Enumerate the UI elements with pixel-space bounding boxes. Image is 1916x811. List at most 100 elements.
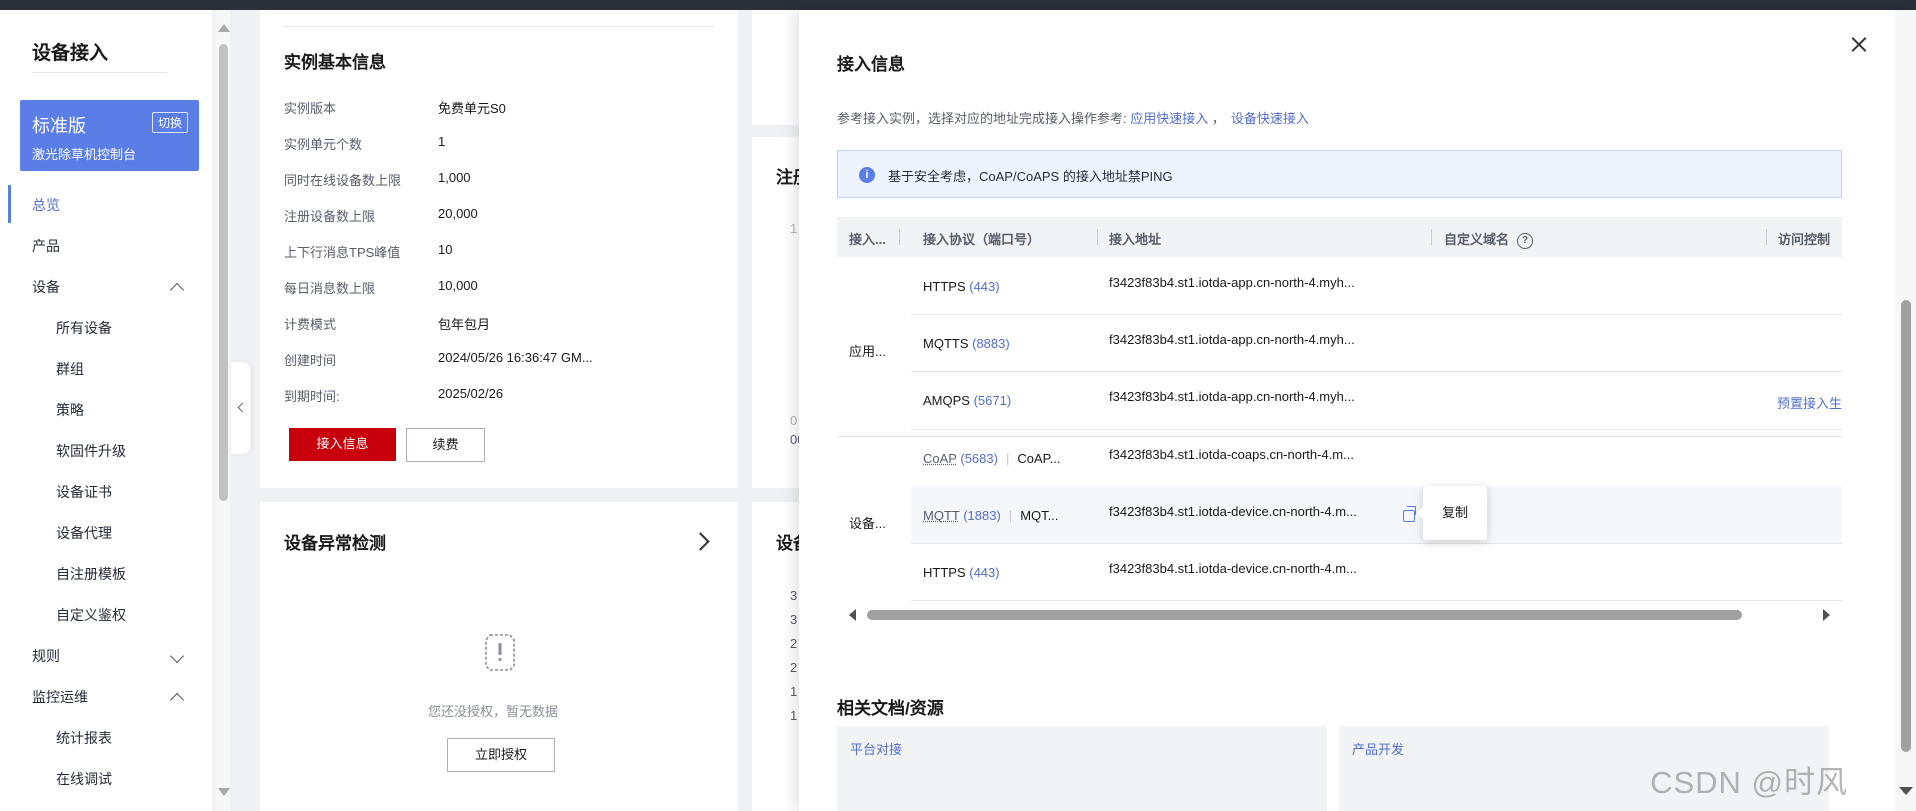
port-number: (443) xyxy=(969,565,1000,580)
drawer-title: 接入信息 xyxy=(837,55,905,74)
separator: | xyxy=(1005,451,1010,466)
sidebar-item-policies[interactable]: 策略 xyxy=(56,400,84,420)
scroll-right-arrow-icon[interactable] xyxy=(1823,609,1830,621)
sidebar-item-proxy[interactable]: 设备代理 xyxy=(56,523,112,543)
device-quick-access-link[interactable]: 设备快速接入 xyxy=(1231,111,1309,126)
scroll-down-arrow-icon[interactable] xyxy=(218,788,230,796)
field-value: 1,000 xyxy=(438,170,471,185)
active-indicator xyxy=(8,185,11,223)
table-row[interactable]: HTTPS (443) f3423f83b4.st1.iotda-device.… xyxy=(911,543,1842,601)
scrollbar-thumb[interactable] xyxy=(867,610,1742,620)
edition-subtitle: 激光除草机控制台 xyxy=(32,147,137,162)
field-label: 上下行消息TPS峰值 xyxy=(284,245,401,260)
scroll-down-arrow-icon[interactable] xyxy=(1899,787,1913,795)
field-label: 注册设备数上限 xyxy=(284,209,376,224)
secondary-protocol: MQT... xyxy=(1020,508,1059,523)
scrollbar-thumb[interactable] xyxy=(1901,300,1911,752)
partial-number: 1 xyxy=(790,684,798,699)
chevron-up-icon[interactable] xyxy=(169,692,185,708)
port-number: (443) xyxy=(969,279,1000,294)
info-icon: i xyxy=(859,167,875,183)
divider xyxy=(284,26,714,27)
protocol-cell: HTTPS (443) xyxy=(923,279,1000,294)
close-icon[interactable] xyxy=(1848,34,1870,56)
field-label: 实例单元个数 xyxy=(284,137,363,152)
collapse-sidebar-button[interactable] xyxy=(231,362,251,454)
column-header[interactable]: 接入... xyxy=(849,229,886,248)
column-header[interactable]: 接入协议（端口号） xyxy=(923,229,1040,248)
copy-icon[interactable] xyxy=(1403,506,1416,522)
empty-state-icon xyxy=(485,634,515,671)
table-row[interactable]: HTTPS (443) f3423f83b4.st1.iotda-app.cn-… xyxy=(911,257,1842,315)
column-divider xyxy=(1766,229,1767,245)
resource-card-platform[interactable]: 平台对接 xyxy=(837,726,1327,811)
scrollbar-thumb[interactable] xyxy=(219,44,228,501)
sidebar-item-groups[interactable]: 群组 xyxy=(56,359,84,379)
access-info-button[interactable]: 接入信息 xyxy=(289,428,396,461)
notice-text: 基于安全考虑，CoAP/CoAPS 的接入地址禁PING xyxy=(888,169,1173,184)
address-cell[interactable]: f3423f83b4.st1.iotda-device.cn-north-4.m… xyxy=(1109,561,1357,576)
chevron-down-icon[interactable] xyxy=(169,648,185,664)
instance-info-title: 实例基本信息 xyxy=(284,53,386,72)
resource-card-label[interactable]: 平台对接 xyxy=(850,739,902,758)
table-row[interactable]: AMQPS (5671) f3423f83b4.st1.iotda-app.cn… xyxy=(911,371,1842,430)
protocol-cell: MQTTS (8883) xyxy=(923,336,1010,351)
sidebar-item-products[interactable]: 产品 xyxy=(32,236,60,256)
chevron-up-icon[interactable] xyxy=(169,282,185,298)
column-header[interactable]: 访问控制 xyxy=(1778,229,1830,248)
field-value: 20,000 xyxy=(438,206,478,221)
group-label-device: 设备... xyxy=(849,516,886,531)
help-icon[interactable]: ? xyxy=(1517,232,1534,249)
table-horizontal-scrollbar[interactable] xyxy=(837,605,1842,625)
scroll-up-arrow-icon[interactable] xyxy=(218,24,230,32)
protocol-name[interactable]: MQTT xyxy=(923,508,960,523)
column-divider xyxy=(899,229,900,245)
sidebar-item-monitoring[interactable]: 监控运维 xyxy=(32,687,88,707)
table-row[interactable]: MQTTS (8883) f3423f83b4.st1.iotda-app.cn… xyxy=(911,314,1842,372)
preset-access-link[interactable]: 预置接入生 xyxy=(1777,393,1842,412)
sidebar-scrollbar[interactable] xyxy=(216,10,230,811)
instance-info-card: 实例基本信息 实例版本 免费单元S0 实例单元个数 1 同时在线设备数上限 1,… xyxy=(260,10,738,488)
switch-edition-button[interactable]: 切换 xyxy=(151,112,188,133)
sidebar-title: 设备接入 xyxy=(32,43,109,64)
field-value: 免费单元S0 xyxy=(438,101,506,116)
scroll-left-arrow-icon[interactable] xyxy=(849,609,856,621)
renew-button[interactable]: 续费 xyxy=(406,428,485,462)
drawer-intro: 参考接入实例，选择对应的地址完成接入操作参考: 应用快速接入 ， 设备快速接入 xyxy=(837,108,1309,127)
protocol-cell: MQTT (1883) | MQT... xyxy=(923,508,1058,523)
address-cell[interactable]: f3423f83b4.st1.iotda-app.cn-north-4.myh.… xyxy=(1109,389,1355,404)
protocol-name: AMQPS xyxy=(923,393,970,408)
table-row[interactable]: CoAP (5683) | CoAP... f3423f83b4.st1.iotda… xyxy=(911,429,1842,487)
column-header[interactable]: 自定义域名? xyxy=(1444,229,1534,249)
authorize-now-button[interactable]: 立即授权 xyxy=(447,738,555,772)
empty-state-text: 您还没授权，暂无数据 xyxy=(428,704,559,719)
sidebar-item-ota[interactable]: 软固件升级 xyxy=(56,441,126,461)
sidebar-item-rules[interactable]: 规则 xyxy=(32,646,60,666)
column-header[interactable]: 接入地址 xyxy=(1109,229,1161,248)
address-cell[interactable]: f3423f83b4.st1.iotda-app.cn-north-4.myh.… xyxy=(1109,332,1355,347)
sidebar-item-overview[interactable]: 总览 xyxy=(32,195,60,215)
sidebar-item-online-debug[interactable]: 在线调试 xyxy=(56,769,112,789)
edition-card: 标准版 切换 激光除草机控制台 xyxy=(20,100,199,171)
drawer-scrollbar[interactable] xyxy=(1895,10,1916,811)
address-cell[interactable]: f3423f83b4.st1.iotda-coaps.cn-north-4.m.… xyxy=(1109,447,1354,462)
address-cell[interactable]: f3423f83b4.st1.iotda-app.cn-north-4.myh.… xyxy=(1109,275,1355,290)
sidebar-item-statistics[interactable]: 统计报表 xyxy=(56,728,112,748)
security-notice: i 基于安全考虑，CoAP/CoAPS 的接入地址禁PING xyxy=(837,150,1842,198)
sidebar-item-devices[interactable]: 设备 xyxy=(32,277,60,297)
sidebar-item-all-devices[interactable]: 所有设备 xyxy=(56,318,112,338)
port-number: (8883) xyxy=(972,336,1010,351)
address-cell[interactable]: f3423f83b4.st1.iotda-device.cn-north-4.m… xyxy=(1109,504,1357,519)
protocol-name[interactable]: CoAP xyxy=(923,451,957,466)
sidebar-item-custom-auth[interactable]: 自定义鉴权 xyxy=(56,605,126,625)
port-number: (5683) xyxy=(960,451,998,466)
field-label: 每日消息数上限 xyxy=(284,281,376,296)
sidebar-item-certificates[interactable]: 设备证书 xyxy=(56,482,112,502)
resource-card-label[interactable]: 产品开发 xyxy=(1352,739,1404,758)
table-row[interactable]: MQTT (1883) | MQT... f3423f83b4.st1.iotda-… xyxy=(911,486,1842,544)
anomaly-detection-card: 设备异常检测 您还没授权，暂无数据 立即授权 xyxy=(260,502,738,811)
app-quick-access-link[interactable]: 应用快速接入 xyxy=(1130,111,1208,126)
sidebar-item-self-register[interactable]: 自注册模板 xyxy=(56,564,126,584)
chevron-right-icon[interactable] xyxy=(691,532,710,551)
field-value: 包年包月 xyxy=(438,317,491,332)
